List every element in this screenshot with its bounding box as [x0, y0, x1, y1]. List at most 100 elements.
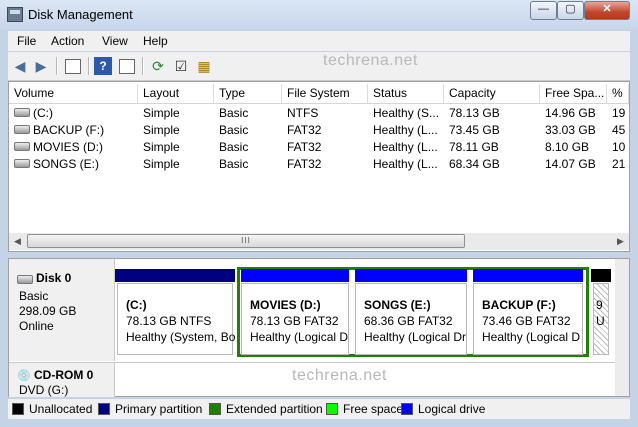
cdrom-name: CD-ROM 0	[34, 368, 94, 382]
partition-detail: 78.13 GB NTFS	[126, 314, 212, 328]
disk-0-label[interactable]: Disk 0 Basic 298.09 GB Online	[9, 259, 115, 361]
toolbar-separator	[142, 57, 144, 75]
horizontal-scrollbar[interactable]: ◀ III ▶	[9, 233, 629, 250]
title-bar: Disk Management — ▢ ✕	[0, 0, 638, 30]
drive-icon	[14, 125, 30, 135]
legend-primary-partition: Primary partition	[98, 402, 202, 416]
cdrom-0-label[interactable]: 💿 CD-ROM 0 DVD (G:)	[9, 363, 115, 397]
legend-unallocated: Unallocated	[12, 402, 92, 416]
percent-free-cell: 45	[612, 123, 626, 137]
volume-row-songs[interactable]: SONGS (E:) Simple Basic FAT32 Healthy (L…	[9, 156, 629, 173]
percent-free-cell: 19	[612, 106, 626, 120]
partition-name: MOVIES (D:)	[250, 298, 321, 312]
volume-row-movies[interactable]: MOVIES (D:) Simple Basic FAT32 Healthy (…	[9, 139, 629, 156]
legend-free-space: Free space	[326, 402, 403, 416]
menu-help[interactable]: Help	[143, 34, 168, 48]
partition-status: Healthy (Logical D	[482, 330, 581, 344]
type-cell: Basic	[219, 123, 249, 137]
check-icon[interactable]: ☑	[172, 57, 190, 75]
vertical-scrollbar[interactable]	[615, 259, 629, 396]
rescan-disks-icon[interactable]: ▦	[195, 57, 213, 75]
drive-icon	[14, 142, 30, 152]
partition-name: BACKUP (F:)	[482, 298, 556, 312]
column-header-capacity[interactable]: Capacity	[444, 84, 540, 103]
scroll-right-arrow-icon[interactable]: ▶	[613, 234, 628, 249]
percent-free-cell: 10	[612, 140, 626, 154]
cdrom-detail: DVD (G:)	[19, 383, 69, 397]
file-system-cell: FAT32	[287, 123, 322, 137]
help-icon[interactable]: ?	[94, 57, 112, 75]
partition-detail: 68.36 GB FAT32	[364, 314, 453, 328]
volume-name-cell: MOVIES (D:)	[9, 139, 138, 156]
status-cell: Healthy (L...	[373, 123, 438, 137]
capacity-cell: 78.13 GB	[449, 106, 500, 120]
legend-swatch	[401, 402, 413, 415]
partition-bar-logical	[473, 269, 583, 282]
column-header-status[interactable]: Status	[368, 84, 444, 103]
window-title: Disk Management	[28, 7, 133, 22]
type-cell: Basic	[219, 140, 249, 154]
legend-label: Primary partition	[115, 402, 203, 416]
partition-c[interactable]: (C:) 78.13 GB NTFS Healthy (System, Bo	[117, 283, 235, 355]
legend-swatch	[12, 402, 24, 415]
partition-status: Healthy (Logical D	[250, 330, 349, 344]
volume-name-cell: (C:)	[9, 105, 138, 122]
forward-arrow-icon[interactable]: ▶	[32, 57, 50, 75]
column-header-percent-free[interactable]: %	[607, 84, 629, 103]
volume-list-header: Volume Layout Type File System Status Ca…	[9, 84, 629, 104]
scroll-grip: III	[241, 236, 251, 245]
partition-movies[interactable]: MOVIES (D:) 78.13 GB FAT32 Healthy (Logi…	[241, 283, 349, 355]
free-space-cell: 14.96 GB	[545, 106, 596, 120]
partition-name: 9	[596, 298, 603, 312]
capacity-cell: 73.45 GB	[449, 123, 500, 137]
column-header-free-space[interactable]: Free Spa...	[540, 84, 607, 103]
column-header-type[interactable]: Type	[214, 84, 282, 103]
disk-0-type: Basic	[19, 289, 49, 303]
disk-management-icon	[7, 7, 23, 22]
volume-row-backup[interactable]: BACKUP (F:) Simple Basic FAT32 Healthy (…	[9, 122, 629, 139]
file-system-cell: FAT32	[287, 157, 322, 171]
menu-action[interactable]: Action	[51, 34, 84, 48]
scrollbar-thumb[interactable]: III	[27, 234, 465, 248]
menu-bar: File Action View Help	[8, 31, 630, 51]
column-header-file-system[interactable]: File System	[282, 84, 368, 103]
partition-detail: U	[596, 314, 605, 328]
menu-view[interactable]: View	[102, 34, 128, 48]
toolbar-separator	[56, 57, 58, 75]
column-header-volume[interactable]: Volume	[9, 84, 138, 103]
partition-name: (C:)	[126, 298, 147, 312]
legend-logical-drive: Logical drive	[401, 402, 485, 416]
watermark: techrena.net	[292, 367, 387, 384]
refresh-icon[interactable]: ⟳	[149, 57, 167, 75]
legend-label: Logical drive	[418, 402, 486, 416]
console-tree-icon[interactable]	[64, 57, 82, 75]
toolbar-separator	[88, 57, 90, 75]
properties-icon[interactable]	[118, 57, 136, 75]
partition-songs[interactable]: SONGS (E:) 68.36 GB FAT32 Healthy (Logic…	[355, 283, 467, 355]
volume-name: BACKUP (F:)	[33, 123, 105, 137]
volume-list: Volume Layout Type File System Status Ca…	[8, 81, 630, 252]
toolbar: ◀ ▶ ? ⟳ ☑ ▦	[8, 52, 630, 81]
partition-status: Healthy (Logical Dr	[364, 330, 467, 344]
menu-file[interactable]: File	[17, 34, 36, 48]
partition-detail: 73.46 GB FAT32	[482, 314, 571, 328]
free-space-cell: 8.10 GB	[545, 140, 590, 154]
watermark: techrena.net	[323, 52, 418, 69]
close-button[interactable]: ✕	[584, 1, 630, 20]
disk-0-name: Disk 0	[36, 271, 72, 285]
minimize-button[interactable]: —	[530, 1, 557, 20]
volume-row-c[interactable]: (C:) Simple Basic NTFS Healthy (S... 78.…	[9, 105, 629, 122]
drive-icon	[14, 108, 30, 118]
column-header-layout[interactable]: Layout	[138, 84, 214, 103]
file-system-cell: FAT32	[287, 140, 322, 154]
disk-graphical-view: Disk 0 Basic 298.09 GB Online (C:) 78.13…	[8, 258, 630, 397]
drive-icon	[14, 159, 30, 169]
partition-backup[interactable]: BACKUP (F:) 73.46 GB FAT32 Healthy (Logi…	[473, 283, 583, 355]
legend-label: Extended partition	[226, 402, 323, 416]
partition-unallocated[interactable]: 9 U	[593, 283, 609, 355]
volume-name: SONGS (E:)	[33, 157, 100, 171]
back-arrow-icon[interactable]: ◀	[11, 57, 29, 75]
maximize-button[interactable]: ▢	[557, 1, 584, 20]
legend-label: Unallocated	[29, 402, 93, 416]
scroll-left-arrow-icon[interactable]: ◀	[10, 234, 25, 249]
